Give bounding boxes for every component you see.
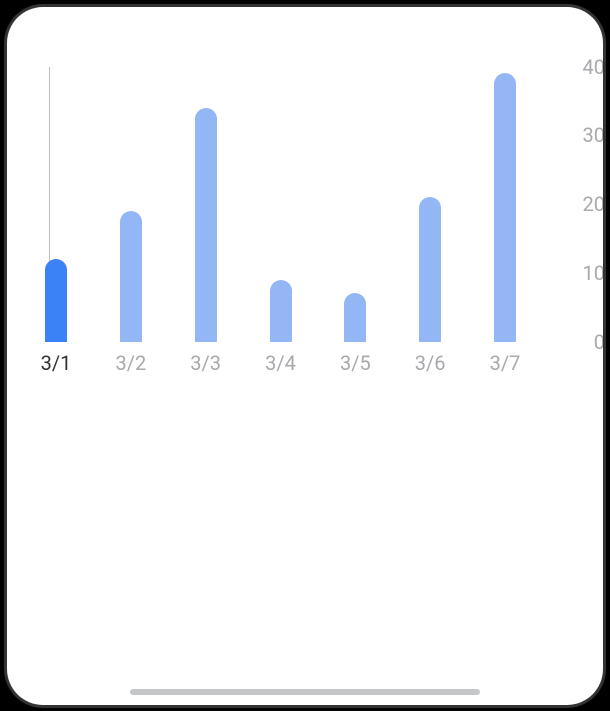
x-label[interactable]: 3/6 [415,351,446,375]
bar-3-4[interactable] [270,280,292,342]
bar-3-6[interactable] [419,197,441,341]
home-indicator [130,689,480,695]
x-label[interactable]: 3/3 [190,351,221,375]
plot-area [49,67,529,342]
bar-chart: 010203040 3/13/23/33/43/53/63/7 [49,67,569,367]
y-tick: 30 [573,123,603,147]
y-tick: 40 [573,55,603,79]
y-tick: 20 [573,192,603,216]
x-axis-labels: 3/13/23/33/43/53/63/7 [49,351,529,375]
x-label[interactable]: 3/7 [490,351,521,375]
bar-3-2[interactable] [120,211,142,342]
x-label[interactable]: 3/4 [265,351,296,375]
device-frame: 0 10 20 30 40 3/1 3/2 3/3 3/4 3/5 3/6 3/7 [7,7,603,705]
bar-3-5[interactable] [344,293,366,341]
y-tick: 0 [573,330,603,354]
bar-3-3[interactable] [195,108,217,342]
y-tick: 10 [573,261,603,285]
bar-3-7[interactable] [494,73,516,341]
x-label[interactable]: 3/5 [340,351,371,375]
bar-3-1[interactable] [45,259,67,342]
x-label[interactable]: 3/2 [115,351,146,375]
y-axis-ticks: 010203040 [573,67,603,342]
x-label[interactable]: 3/1 [41,351,72,375]
